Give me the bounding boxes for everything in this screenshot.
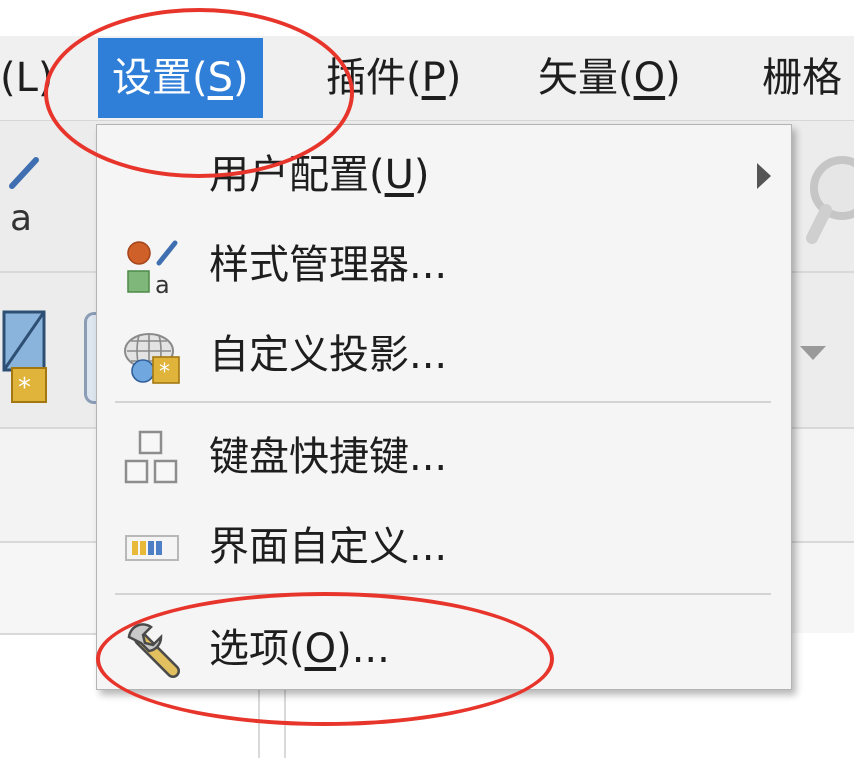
svg-text:*: * — [18, 373, 31, 403]
menu-vector[interactable]: 矢量(O) — [524, 38, 695, 118]
chevron-down-icon[interactable] — [800, 346, 826, 360]
digitize-tool-icon[interactable]: * — [0, 308, 56, 404]
menu-item-label: 选项(O)... — [209, 626, 390, 672]
menu-item-user-profiles[interactable]: 用户配置(U) — [97, 131, 791, 219]
menu-plugins[interactable]: 插件(P) — [312, 38, 475, 118]
menu-item-label: 界面自定义... — [209, 524, 448, 570]
menu-separator — [115, 401, 771, 403]
menu-item-label: 样式管理器... — [209, 242, 448, 288]
panel-divider — [0, 633, 110, 635]
menu-raster[interactable]: 栅格 — [748, 38, 854, 118]
menu-vector-label: 矢量(O) — [538, 55, 681, 101]
settings-dropdown-menu: 用户配置(U) a 样式管理器... * 自定义投影... 键盘快捷键... 界… — [96, 124, 792, 690]
svg-text:*: * — [159, 360, 170, 385]
menu-layer-label: (L) — [0, 55, 54, 101]
globe-projection-icon: * — [123, 327, 181, 385]
menu-item-options[interactable]: 选项(O)... — [97, 605, 791, 693]
menu-item-label: 用户配置(U) — [209, 152, 430, 198]
menu-separator — [115, 593, 771, 595]
menu-item-label: 自定义投影... — [209, 332, 448, 378]
menu-item-style-manager[interactable]: a 样式管理器... — [97, 221, 791, 309]
menu-bar: (L) 设置(S) 插件(P) 矢量(O) 栅格 — [0, 36, 854, 121]
keyboard-shortcuts-icon — [123, 429, 181, 487]
svg-text:a: a — [155, 271, 170, 295]
menu-item-keyboard-shortcuts[interactable]: 键盘快捷键... — [97, 413, 791, 501]
menu-layer[interactable]: (L) — [0, 38, 68, 118]
menu-item-custom-projections[interactable]: * 自定义投影... — [97, 311, 791, 399]
svg-text:a: a — [10, 198, 32, 239]
wrench-icon — [123, 621, 181, 679]
submenu-arrow-icon — [757, 163, 771, 189]
menu-item-label: 键盘快捷键... — [209, 434, 448, 480]
interface-customize-icon — [123, 519, 181, 577]
style-manager-icon: a — [123, 237, 181, 299]
menu-raster-label: 栅格 — [762, 55, 842, 101]
search-icon[interactable] — [802, 150, 854, 246]
menu-settings-label: 设置(S) — [112, 55, 249, 101]
menu-item-interface-customization[interactable]: 界面自定义... — [97, 503, 791, 591]
menu-settings[interactable]: 设置(S) — [98, 38, 263, 118]
label-tool-icon[interactable]: a — [0, 150, 60, 250]
menu-plugins-label: 插件(P) — [326, 55, 462, 101]
